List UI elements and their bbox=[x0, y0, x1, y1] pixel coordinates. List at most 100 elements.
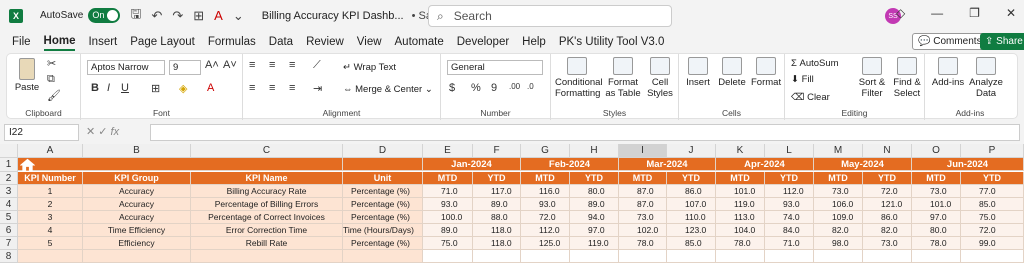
insert-button[interactable]: Insert bbox=[683, 57, 713, 88]
tab-insert[interactable]: Insert bbox=[88, 34, 117, 50]
grow-font-icon[interactable]: A˄ bbox=[205, 59, 219, 71]
value-cell[interactable]: 112.0 bbox=[521, 224, 570, 237]
column-header-o[interactable]: O bbox=[912, 144, 961, 158]
value-cell[interactable]: 123.0 bbox=[667, 224, 716, 237]
font-color-icon[interactable]: A bbox=[207, 82, 214, 94]
value-cell[interactable]: 84.0 bbox=[765, 224, 814, 237]
bold-icon[interactable]: B bbox=[91, 82, 99, 94]
value-cell[interactable]: 97.0 bbox=[570, 224, 619, 237]
value-cell[interactable]: 119.0 bbox=[570, 237, 619, 250]
kpi-number-cell[interactable]: 2 bbox=[18, 198, 83, 211]
tab-review[interactable]: Review bbox=[306, 34, 344, 50]
wrap-text-button[interactable]: ↵ Wrap Text bbox=[343, 62, 396, 73]
column-header-d[interactable]: D bbox=[343, 144, 423, 158]
empty-cell[interactable] bbox=[343, 250, 423, 263]
empty-cell[interactable] bbox=[765, 250, 814, 263]
value-cell[interactable]: 75.0 bbox=[961, 211, 1024, 224]
paste-button[interactable]: Paste bbox=[13, 58, 41, 93]
row-header-6[interactable]: 6 bbox=[0, 224, 18, 237]
value-cell[interactable]: 82.0 bbox=[863, 224, 912, 237]
value-cell[interactable]: 73.0 bbox=[814, 185, 863, 198]
tab-view[interactable]: View bbox=[357, 34, 382, 50]
row-header-4[interactable]: 4 bbox=[0, 198, 18, 211]
value-cell[interactable]: 71.0 bbox=[765, 237, 814, 250]
tab-automate[interactable]: Automate bbox=[395, 34, 444, 50]
column-title[interactable]: KPI Group bbox=[83, 172, 191, 185]
empty-cell[interactable] bbox=[716, 250, 765, 263]
analyze-data-button[interactable]: Analyze Data bbox=[969, 57, 1003, 99]
select-all-corner[interactable] bbox=[0, 144, 18, 158]
document-title[interactable]: Billing Accuracy KPI Dashb... bbox=[262, 10, 404, 22]
cell-styles-button[interactable]: Cell Styles bbox=[645, 57, 675, 99]
header-row1-unit-cell[interactable] bbox=[343, 158, 423, 171]
comments-button[interactable]: 💬 Comments bbox=[912, 33, 988, 50]
diamond-icon[interactable]: ◇ bbox=[896, 6, 905, 20]
value-cell[interactable]: 71.0 bbox=[423, 185, 473, 198]
mtd-header[interactable]: MTD bbox=[423, 172, 473, 185]
column-header-h[interactable]: H bbox=[570, 144, 619, 158]
close-icon[interactable]: ✕ bbox=[1006, 6, 1016, 20]
font-name-select[interactable]: Aptos Narrow bbox=[87, 60, 165, 75]
align-top-icon[interactable]: ≡ bbox=[249, 59, 255, 71]
unit-cell[interactable]: Percentage (%) bbox=[343, 237, 423, 250]
redo-icon[interactable]: ↷ bbox=[172, 8, 183, 24]
kpi-group-cell[interactable]: Accuracy bbox=[83, 211, 191, 224]
mtd-header[interactable]: MTD bbox=[716, 172, 765, 185]
find-select-button[interactable]: Find & Select bbox=[891, 57, 923, 99]
autosum-button[interactable]: Σ AutoSum bbox=[791, 58, 839, 69]
ytd-header[interactable]: YTD bbox=[570, 172, 619, 185]
column-header-f[interactable]: F bbox=[473, 144, 521, 158]
row-header-5[interactable]: 5 bbox=[0, 211, 18, 224]
clear-button[interactable]: ⌫ Clear bbox=[791, 92, 830, 103]
row-header-2[interactable]: 2 bbox=[0, 172, 18, 185]
value-cell[interactable]: 97.0 bbox=[912, 211, 961, 224]
value-cell[interactable]: 93.0 bbox=[521, 198, 570, 211]
spreadsheet-grid[interactable]: A B C D E F G H I J K L M N O P 1 2 3 4 5 6 7 8 Jan-2024 Feb-2024… bbox=[0, 144, 1024, 280]
kpi-number-cell[interactable]: 3 bbox=[18, 211, 83, 224]
value-cell[interactable]: 125.0 bbox=[521, 237, 570, 250]
empty-cell[interactable] bbox=[191, 250, 343, 263]
decrease-decimal-icon[interactable]: .0 bbox=[527, 82, 534, 91]
column-title[interactable]: Unit bbox=[343, 172, 423, 185]
month-header[interactable]: Apr-2024 bbox=[716, 158, 814, 171]
ytd-header[interactable]: YTD bbox=[961, 172, 1024, 185]
align-right-icon[interactable]: ≡ bbox=[289, 82, 295, 94]
format-as-table-button[interactable]: Format as Table bbox=[605, 57, 641, 99]
autosave-toggle[interactable]: On bbox=[88, 8, 121, 23]
value-cell[interactable]: 118.0 bbox=[473, 237, 521, 250]
value-cell[interactable]: 88.0 bbox=[473, 211, 521, 224]
format-painter-icon[interactable]: 🖌 bbox=[47, 89, 61, 102]
minimize-icon[interactable]: — bbox=[931, 6, 943, 20]
column-header-g[interactable]: G bbox=[521, 144, 570, 158]
unit-cell[interactable]: Percentage (%) bbox=[343, 185, 423, 198]
value-cell[interactable]: 118.0 bbox=[473, 224, 521, 237]
number-format-select[interactable]: General bbox=[447, 60, 543, 75]
column-header-i[interactable]: I bbox=[619, 144, 667, 158]
kpi-group-cell[interactable]: Accuracy bbox=[83, 198, 191, 211]
value-cell[interactable]: 87.0 bbox=[619, 185, 667, 198]
tab-developer[interactable]: Developer bbox=[457, 34, 509, 50]
empty-cell[interactable] bbox=[570, 250, 619, 263]
value-cell[interactable]: 121.0 bbox=[863, 198, 912, 211]
comma-icon[interactable]: 9 bbox=[491, 82, 497, 94]
align-center-icon[interactable]: ≡ bbox=[269, 82, 275, 94]
kpi-name-cell[interactable]: Billing Accuracy Rate bbox=[191, 185, 343, 198]
month-header[interactable]: Mar-2024 bbox=[619, 158, 716, 171]
font-size-select[interactable]: 9 bbox=[169, 60, 201, 75]
value-cell[interactable]: 109.0 bbox=[814, 211, 863, 224]
month-header[interactable]: May-2024 bbox=[814, 158, 912, 171]
mtd-header[interactable]: MTD bbox=[814, 172, 863, 185]
value-cell[interactable]: 73.0 bbox=[863, 237, 912, 250]
tab-page-layout[interactable]: Page Layout bbox=[130, 34, 195, 50]
copy-icon[interactable]: ⧉ bbox=[47, 73, 55, 86]
empty-cell[interactable] bbox=[863, 250, 912, 263]
value-cell[interactable]: 107.0 bbox=[667, 198, 716, 211]
value-cell[interactable]: 101.0 bbox=[912, 198, 961, 211]
kpi-number-cell[interactable]: 4 bbox=[18, 224, 83, 237]
tab-pk-s-utility-tool-v3-0[interactable]: PK's Utility Tool V3.0 bbox=[559, 34, 665, 50]
tab-home[interactable]: Home bbox=[43, 33, 76, 51]
month-header[interactable]: Feb-2024 bbox=[521, 158, 619, 171]
kpi-number-cell[interactable]: 1 bbox=[18, 185, 83, 198]
currency-icon[interactable]: $ bbox=[449, 82, 455, 94]
empty-cell[interactable] bbox=[814, 250, 863, 263]
